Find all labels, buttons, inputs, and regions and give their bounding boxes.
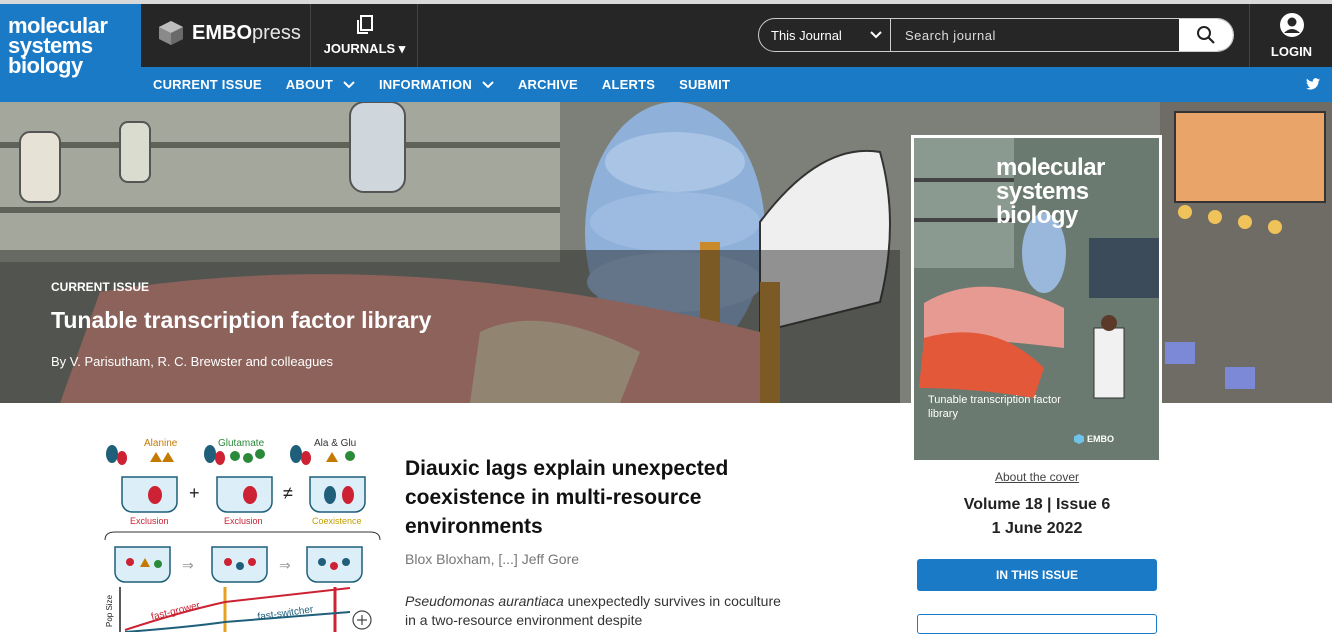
issue-cover-image[interactable]: molecular systems biology Tunable transc…: [911, 135, 1162, 463]
article-authors: Blox Bloxham, [...] Jeff Gore: [405, 551, 580, 567]
chevron-down-icon: [482, 80, 494, 88]
embo-press-logo[interactable]: EMBOpress: [158, 20, 301, 46]
in-this-issue-button[interactable]: IN THIS ISSUE: [917, 559, 1157, 591]
cover-journal-title: molecular systems biology: [996, 154, 1105, 229]
nav-alerts[interactable]: ALERTS: [602, 77, 655, 92]
search-scope-select[interactable]: This Journal: [759, 19, 891, 51]
search-bar: This Journal: [758, 18, 1234, 52]
main-nav: CURRENT ISSUE ABOUT INFORMATION ARCHIVE …: [141, 67, 1332, 102]
nav-archive[interactable]: ARCHIVE: [518, 77, 578, 92]
article-title[interactable]: Diauxic lags explain unexpected coexiste…: [405, 454, 805, 541]
svg-text:⇒: ⇒: [279, 557, 291, 573]
article-abstract: Pseudomonas aurantiaca unexpectedly surv…: [405, 593, 781, 628]
search-input[interactable]: [891, 19, 1179, 51]
cover-subtitle: Tunable transcription factor library: [928, 394, 1061, 420]
article-figure[interactable]: Alanine Glutamate Ala & Glu + ≠ Exclusio…: [100, 432, 390, 632]
fig-label-fast-grower: fast-grower: [150, 600, 202, 623]
hero-label: CURRENT ISSUE: [51, 280, 150, 294]
about-the-cover-link[interactable]: About the cover: [917, 470, 1157, 484]
logo-line-3: biology: [8, 53, 83, 78]
chevron-down-icon: [343, 80, 355, 88]
search-icon: [1197, 26, 1215, 44]
user-icon: [1279, 13, 1304, 37]
journals-menu-button[interactable]: JOURNALS ▾: [311, 4, 418, 67]
search-button[interactable]: [1179, 19, 1233, 51]
nav-submit[interactable]: SUBMIT: [679, 77, 730, 92]
top-bar: EMBOpress JOURNALS ▾ This Journal LOGI: [141, 4, 1332, 67]
svg-text:⇒: ⇒: [182, 557, 194, 573]
embo-cube-icon: [159, 21, 183, 45]
embo-press-wordmark: EMBOpress: [192, 21, 301, 44]
nav-about[interactable]: ABOUT: [286, 77, 355, 92]
nav-current-issue[interactable]: CURRENT ISSUE: [153, 77, 262, 92]
hero-authors: By V. Parisutham, R. C. Brewster and col…: [51, 354, 334, 369]
fig-label-coexistence: Coexistence: [312, 516, 362, 526]
secondary-button[interactable]: [917, 614, 1157, 634]
divider: [1249, 4, 1250, 67]
chevron-down-icon: [870, 31, 882, 39]
journals-label: JOURNALS ▾: [323, 40, 406, 56]
fig-label-ala-glu: Ala & Glu: [314, 438, 356, 449]
hero-title[interactable]: Tunable transcription factor library: [51, 307, 431, 334]
nav-information[interactable]: INFORMATION: [379, 77, 494, 92]
embo-cube-icon: [1074, 434, 1084, 444]
cover-embo-logo: EMBO: [1074, 434, 1114, 444]
login-button[interactable]: LOGIN: [1251, 4, 1332, 67]
fig-label-exclusion-1: Exclusion: [130, 516, 169, 526]
divider: [417, 4, 418, 67]
search-scope-value: This Journal: [771, 27, 842, 43]
fig-label-glutamate: Glutamate: [218, 438, 265, 449]
fig-axis-pop-size: Pop Size: [105, 594, 114, 627]
journal-logo[interactable]: molecular systems biology: [0, 4, 141, 102]
fig-label-fast-switcher: fast-switcher: [257, 604, 315, 623]
fig-label-alanine: Alanine: [144, 438, 178, 449]
issue-volume: Volume 18 | Issue 6: [963, 496, 1111, 513]
issue-date: 1 June 2022: [991, 520, 1083, 537]
svg-text:+: +: [189, 483, 200, 503]
fig-label-exclusion-2: Exclusion: [224, 516, 263, 526]
journals-icon: [356, 14, 373, 34]
login-label: LOGIN: [1270, 44, 1313, 59]
svg-text:≠: ≠: [283, 483, 293, 503]
twitter-icon[interactable]: [1306, 77, 1320, 91]
